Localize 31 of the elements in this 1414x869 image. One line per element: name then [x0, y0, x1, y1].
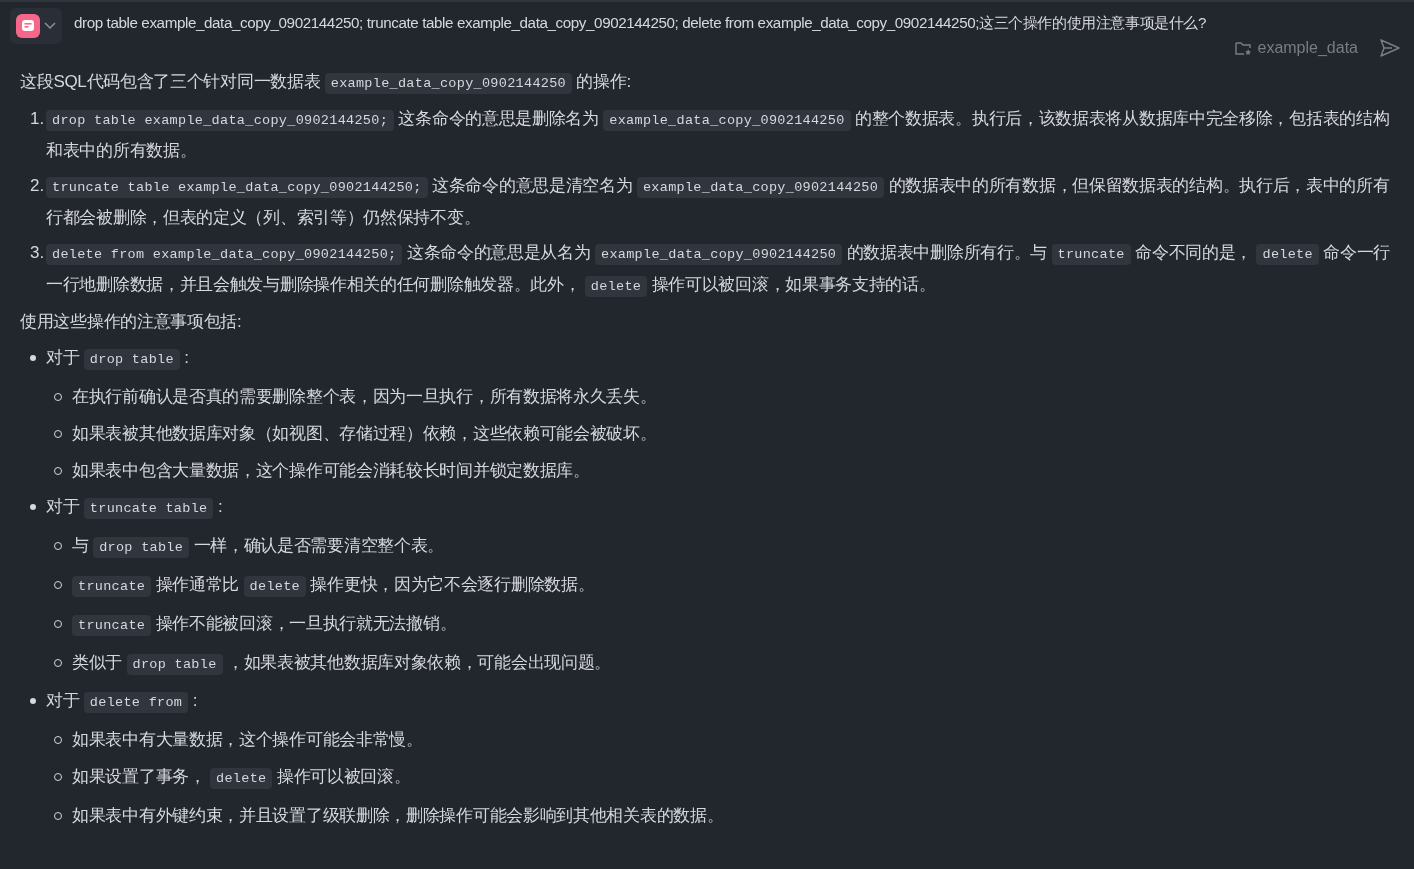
paragraph: truncate table example_data_copy_0902144250; 这条命令的意思是清空名为 example_data_copy_0902144250 的数据表中的所有数据，但保留数据表的结构。执行后，表中的所有行都会被删除，但表的定义（列、索引等）仍然保持不变。 [46, 175, 1391, 229]
assistant-menu-button[interactable] [10, 8, 62, 44]
list-number: 1. [30, 108, 46, 130]
list-item-text: 如果表中包含大量数据，这个操作可能会消耗较长时间并锁定数据库。 [72, 460, 590, 482]
chat-bubble-icon [16, 14, 40, 38]
list-item-text: 类似于 drop table ，如果表被其他数据库对象依赖，可能会出现问题。 [72, 648, 612, 680]
paragraph: drop table example_data_copy_0902144250; 这条命令的意思是删除名为 example_data_copy_0902144250 的整个数据表。执行后，该数据表将从数据库中完全移除，包括表的结构和表中的所有数据。 [46, 108, 1391, 162]
list-item-text: 如果表中有大量数据，这个操作可能会非常慢。 [72, 729, 423, 751]
list-item-text: 与 drop table 一样，确认是否需要清空整个表。 [72, 531, 445, 563]
chevron-down-icon [44, 22, 56, 30]
list-item-text: 对于 delete from : [46, 686, 198, 718]
list-number: 2. [30, 175, 46, 197]
bullet-icon [30, 698, 36, 704]
paragraph: 使用这些操作的注意事项包括: [20, 311, 243, 333]
bullet-icon [30, 355, 36, 361]
list-item-text: 对于 truncate table : [46, 492, 223, 524]
question-text: drop table example_data_copy_0902144250; truncate table example_data_copy_0902144250; delete from example_data_copy_0902144250;这三个操作的使用注意事项是什么? [74, 13, 1208, 33]
bullet-icon [30, 504, 36, 510]
folder-icon [1235, 40, 1254, 56]
dataset-tag[interactable]: example_data [1235, 39, 1358, 57]
list-item-text: 如果表被其他数据库对象（如视图、存储过程）依赖，这些依赖可能会被破坏。 [72, 423, 657, 445]
list-item-text: 如果设置了事务， delete 操作可以被回滚。 [72, 762, 411, 794]
list-number: 3. [30, 242, 46, 264]
list-item-text: 如果表中有外键约束，并且设置了级联删除，删除操作可能会影响到其他相关表的数据。 [72, 805, 724, 827]
list-item-text: 在执行前确认是否真的需要删除整个表，因为一旦执行，所有数据将永久丢失。 [72, 386, 657, 408]
list-item-text: truncate 操作不能被回滚，一旦执行就无法撤销。 [72, 609, 457, 641]
send-icon[interactable] [1380, 39, 1400, 57]
paragraph: delete from example_data_copy_0902144250; 这条命令的意思是从名为 example_data_copy_0902144250 的数据表中删除所有行。与 truncate 命令不同的是， delete 命令一行一行地删除数据，并且会触发与删除操作相关的任何删除触发器。此外， delete 操作可以被回滚，如果事务支持的话。 [46, 238, 1406, 302]
list-item-text: 对于 drop table : [46, 343, 189, 375]
paragraph: 这段SQL代码包含了三个针对同一数据表 example_data_copy_0902144250 的操作: [20, 67, 1406, 99]
list-item-text: truncate 操作通常比 delete 操作更快，因为它不会逐行删除数据。 [72, 570, 595, 602]
